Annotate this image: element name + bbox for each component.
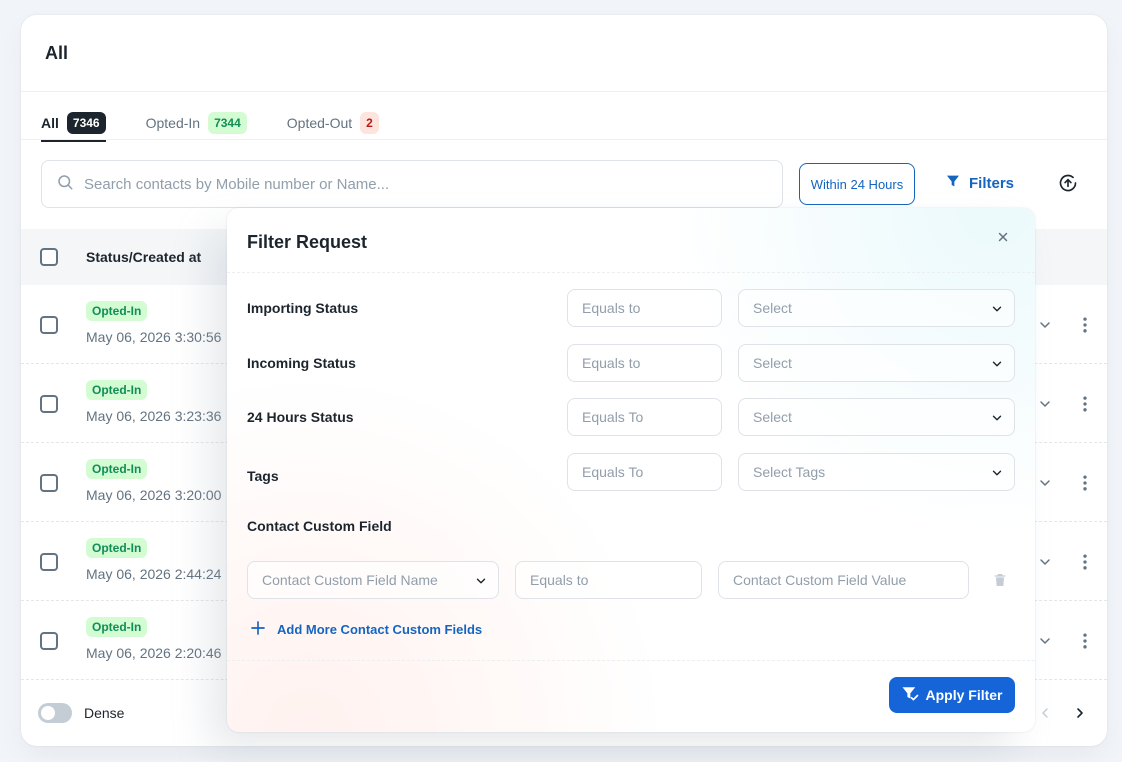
search-input[interactable] [84, 175, 768, 193]
divider [21, 139, 1107, 140]
custom-field-name-select[interactable]: Contact Custom Field Name [247, 561, 499, 599]
operator-field[interactable]: Equals to [567, 289, 722, 327]
select-placeholder: Select [753, 355, 792, 371]
select-placeholder: Select [753, 300, 792, 316]
filter-label: Tags [247, 468, 279, 484]
row-checkbox[interactable] [40, 474, 58, 492]
chevron-down-icon [990, 411, 1004, 428]
filter-row-tags: Tags Equals To Select Tags [227, 453, 1035, 491]
apply-filter-label: Apply Filter [925, 687, 1003, 703]
chevron-down-icon[interactable] [1037, 554, 1053, 575]
chevron-down-icon [990, 357, 1004, 374]
select-placeholder: Contact Custom Field Name [262, 572, 438, 588]
chevron-down-icon[interactable] [1037, 396, 1053, 417]
chevron-down-icon[interactable] [1037, 317, 1053, 338]
value-select[interactable]: Select [738, 289, 1015, 327]
search-icon [56, 173, 74, 196]
count-badge: 2 [360, 112, 379, 134]
divider [21, 91, 1107, 92]
filters-label: Filters [969, 174, 1015, 192]
more-vertical-icon[interactable] [1075, 473, 1095, 498]
row-checkbox[interactable] [40, 395, 58, 413]
filter-icon [945, 173, 961, 193]
within-24-hours-button[interactable]: Within 24 Hours [799, 163, 915, 205]
filter-label: Incoming Status [247, 355, 356, 371]
divider [227, 660, 1035, 661]
tab-opted-out[interactable]: Opted-Out 2 [287, 105, 379, 141]
row-checkbox[interactable] [40, 316, 58, 334]
tab-opted-in[interactable]: Opted-In 7344 [146, 105, 247, 141]
row-checkbox[interactable] [40, 553, 58, 571]
filter-check-icon [901, 685, 919, 706]
status-badge: Opted-In [86, 538, 148, 558]
custom-field-operator[interactable]: Equals to [515, 561, 702, 599]
filter-label: Importing Status [247, 300, 359, 316]
status-badge: Opted-In [86, 380, 148, 400]
page-title: All [45, 43, 69, 63]
filter-request-popover: Filter Request Importing Status Equals t… [227, 208, 1035, 732]
filter-row-importing-status: Importing Status Equals to Select [227, 289, 1035, 327]
operator-field[interactable]: Equals to [567, 344, 722, 382]
operator-field[interactable]: Equals To [567, 398, 722, 436]
custom-field-value-input[interactable]: Contact Custom Field Value [718, 561, 969, 599]
filter-row-24-hours-status: 24 Hours Status Equals To Select [227, 398, 1035, 436]
created-at: May 06, 2026 3:30:56 [86, 329, 222, 345]
divider [227, 272, 1035, 273]
select-placeholder: Select Tags [753, 464, 826, 480]
more-vertical-icon[interactable] [1075, 394, 1095, 419]
plus-icon [249, 619, 267, 640]
filters-button[interactable]: Filters [945, 173, 1014, 193]
more-vertical-icon[interactable] [1075, 552, 1095, 577]
chevron-down-icon[interactable] [1037, 633, 1053, 654]
chevron-down-icon[interactable] [1037, 475, 1053, 496]
tags-select[interactable]: Select Tags [738, 453, 1015, 491]
created-at: May 06, 2026 2:20:46 [86, 645, 222, 661]
count-badge: 7346 [66, 112, 106, 134]
close-icon[interactable] [997, 230, 1009, 248]
tab-label: All [41, 115, 59, 131]
operator-field[interactable]: Equals To [567, 453, 722, 491]
row-checkbox[interactable] [40, 632, 58, 650]
chevron-down-icon [990, 302, 1004, 319]
count-badge: 7344 [208, 112, 247, 134]
custom-field-label: Contact Custom Field [247, 518, 392, 534]
apply-filter-button[interactable]: Apply Filter [889, 677, 1015, 713]
select-all-checkbox[interactable] [40, 248, 58, 266]
add-more-custom-fields-button[interactable]: Add More Contact Custom Fields [249, 619, 482, 640]
more-vertical-icon[interactable] [1075, 631, 1095, 656]
created-at: May 06, 2026 3:23:36 [86, 408, 222, 424]
status-tabs: All 7346 Opted-In 7344 Opted-Out 2 [41, 105, 379, 142]
dense-label: Dense [84, 705, 125, 721]
value-select[interactable]: Select [738, 344, 1015, 382]
popover-title: Filter Request [247, 232, 368, 252]
filter-row-incoming-status: Incoming Status Equals to Select [227, 344, 1035, 382]
filter-label: 24 Hours Status [247, 409, 354, 425]
tab-label: Opted-Out [286, 115, 353, 131]
status-badge: Opted-In [86, 459, 148, 479]
tab-all[interactable]: All 7346 [41, 105, 106, 142]
status-badge: Opted-In [86, 617, 148, 637]
add-more-label: Add More Contact Custom Fields [277, 622, 483, 637]
select-placeholder: Select [753, 409, 792, 425]
tab-label: Opted-In [145, 115, 201, 131]
chevron-down-icon [474, 574, 488, 591]
chevron-right-icon[interactable] [1072, 705, 1088, 726]
created-at: May 06, 2026 2:44:24 [86, 566, 222, 582]
value-select[interactable]: Select [738, 398, 1015, 436]
more-vertical-icon[interactable] [1075, 315, 1095, 340]
dense-toggle[interactable] [38, 703, 72, 723]
trash-icon[interactable] [992, 572, 1008, 593]
column-header-status: Status/Created at [86, 249, 202, 265]
search-box[interactable] [41, 160, 783, 208]
chevron-left-icon[interactable] [1037, 705, 1053, 726]
chevron-down-icon [990, 466, 1004, 483]
upload-icon[interactable] [1058, 173, 1078, 198]
created-at: May 06, 2026 3:20:00 [86, 487, 222, 503]
status-badge: Opted-In [86, 301, 148, 321]
